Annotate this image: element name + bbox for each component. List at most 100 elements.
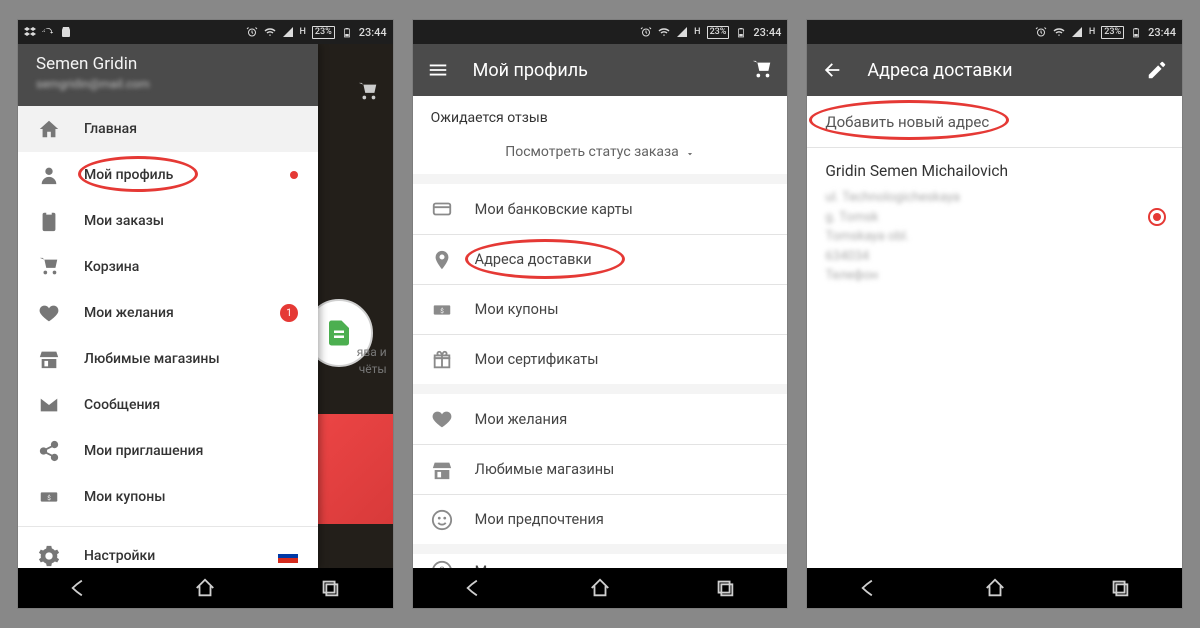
cart-icon <box>38 256 60 278</box>
clock-text: 23:44 <box>753 26 781 39</box>
add-new-address-button[interactable]: Добавить новый адрес <box>807 96 1182 148</box>
nav-recents-button[interactable] <box>695 577 755 599</box>
nav-home-button[interactable] <box>570 577 630 599</box>
android-nav-bar <box>18 568 393 608</box>
menu-icon[interactable] <box>427 59 449 81</box>
drawer-item-label: Мои желания <box>84 305 174 321</box>
selected-address-radio[interactable] <box>1148 208 1166 226</box>
row-coupons[interactable]: $ Мои купоны <box>413 284 788 334</box>
drawer-item-cart[interactable]: Корзина <box>18 244 318 290</box>
row-label: Мои купоны <box>475 301 559 318</box>
signal-icon <box>676 26 688 38</box>
nav-back-button[interactable] <box>840 577 900 599</box>
order-status-link[interactable]: Посмотреть статус заказа <box>413 134 788 174</box>
row-label: Мои сертификаты <box>475 351 599 368</box>
location-icon <box>431 249 453 271</box>
drawer-item-wishlist[interactable]: Мои желания 1 <box>18 290 318 336</box>
phone-screen-3: H 23% 23:44 Адреса доставки Добавить нов… <box>807 20 1182 608</box>
nav-home-button[interactable] <box>965 577 1025 599</box>
nav-home-button[interactable] <box>175 577 235 599</box>
row-delivery-addresses[interactable]: Адреса доставки <box>413 234 788 284</box>
svg-text:$: $ <box>47 494 51 502</box>
nav-back-button[interactable] <box>50 577 110 599</box>
svg-text:$: $ <box>440 306 444 314</box>
edit-icon[interactable] <box>1146 59 1168 81</box>
drawer-user-email: semgridin@mail.com <box>36 77 300 91</box>
row-fav-stores[interactable]: Любимые магазины <box>413 444 788 494</box>
row-wishlist[interactable]: Мои желания <box>413 394 788 444</box>
row-certificates[interactable]: Мои сертификаты <box>413 334 788 384</box>
drawer-item-coupons[interactable]: $ Мои купоны <box>18 474 318 520</box>
drawer-item-settings[interactable]: Настройки <box>18 533 318 568</box>
phone-screen-1: H 23% 23:44 ява ичёты ей Semen Gridin se… <box>18 20 393 608</box>
row-qa[interactable]: ? Мои вопросы и ответы <box>413 554 788 568</box>
nav-back-button[interactable] <box>445 577 505 599</box>
profile-section-payment: Мои банковские карты Адреса доставки $ М… <box>413 184 788 384</box>
drawer-item-stores[interactable]: Любимые магазины <box>18 336 318 382</box>
drawer-item-home[interactable]: Главная <box>18 106 318 152</box>
drawer-item-label: Мои купоны <box>84 489 165 505</box>
row-label: Мои желания <box>475 411 568 428</box>
drawer-item-label: Корзина <box>84 259 139 275</box>
store-icon <box>38 348 60 370</box>
drawer-item-label: Любимые магазины <box>84 351 220 367</box>
content-area: ява ичёты ей Semen Gridin semgridin@mail… <box>18 44 393 568</box>
drawer-item-profile[interactable]: Мой профиль <box>18 152 318 198</box>
clipboard-icon <box>38 210 60 232</box>
drawer-item-label: Мои заказы <box>84 213 164 229</box>
flag-russia-icon <box>278 549 298 563</box>
profile-section-personal: Мои желания Любимые магазины Мои предпоч… <box>413 394 788 544</box>
cart-icon[interactable] <box>357 81 379 107</box>
signal-icon <box>282 26 294 38</box>
battery-percent: 23% <box>312 26 335 39</box>
status-bar: H 23% 23:44 <box>18 20 393 44</box>
page-title: Адреса доставки <box>867 60 1012 81</box>
person-icon <box>38 164 60 186</box>
alarm-icon <box>246 26 258 38</box>
profile-section-help: ? Мои вопросы и ответы <box>413 554 788 568</box>
row-label: Мои вопросы и ответы <box>475 563 633 569</box>
wifi-icon <box>1053 26 1065 38</box>
help-icon: ? <box>431 560 453 568</box>
wifi-icon <box>658 26 670 38</box>
phone-screen-2: H 23% 23:44 Мой профиль Ожидается отзыв … <box>413 20 788 608</box>
row-preferences[interactable]: Мои предпочтения <box>413 494 788 544</box>
net-type: H <box>694 27 700 37</box>
nav-drawer: Semen Gridin semgridin@mail.com Главная … <box>18 44 318 568</box>
mail-icon <box>38 394 60 416</box>
drawer-item-messages[interactable]: Сообщения <box>18 382 318 428</box>
battery-icon <box>735 26 747 38</box>
smiley-icon <box>431 509 453 531</box>
heart-icon <box>431 408 453 430</box>
nav-recents-button[interactable] <box>1090 577 1150 599</box>
chevron-down-icon <box>685 147 695 157</box>
drawer-item-invites[interactable]: Мои приглашения <box>18 428 318 474</box>
content-area: Ожидается отзыв Посмотреть статус заказа… <box>413 96 788 568</box>
row-bank-cards[interactable]: Мои банковские карты <box>413 184 788 234</box>
nav-recents-button[interactable] <box>300 577 360 599</box>
wishlist-badge: 1 <box>280 304 298 322</box>
home-icon <box>38 118 60 140</box>
coupon-icon: $ <box>431 299 453 321</box>
android-nav-bar <box>807 568 1182 608</box>
drawer-item-label: Сообщения <box>84 397 160 413</box>
back-arrow-icon[interactable] <box>821 59 843 81</box>
order-status-label: Посмотреть статус заказа <box>505 144 679 160</box>
address-card[interactable]: Gridin Semen Michailovich ul. Technologi… <box>807 148 1182 300</box>
section-await-review: Ожидается отзыв <box>413 96 788 134</box>
svg-text:?: ? <box>439 565 444 568</box>
page-title: Мой профиль <box>473 60 588 81</box>
drawer-item-label: Главная <box>84 121 137 137</box>
underlay-text: ява ичёты <box>357 344 387 378</box>
dropbox-icon <box>24 26 36 38</box>
notification-dot <box>290 171 298 179</box>
content-area: Добавить новый адрес Gridin Semen Michai… <box>807 96 1182 568</box>
battery-icon <box>1130 26 1142 38</box>
action-bar: Мой профиль <box>413 44 788 96</box>
coupon-icon: $ <box>38 486 60 508</box>
underlay-promo-card <box>313 414 393 524</box>
sync-icon <box>42 26 54 38</box>
cart-icon[interactable] <box>751 59 773 81</box>
drawer-item-orders[interactable]: Мои заказы <box>18 198 318 244</box>
drawer-separator <box>18 526 318 527</box>
